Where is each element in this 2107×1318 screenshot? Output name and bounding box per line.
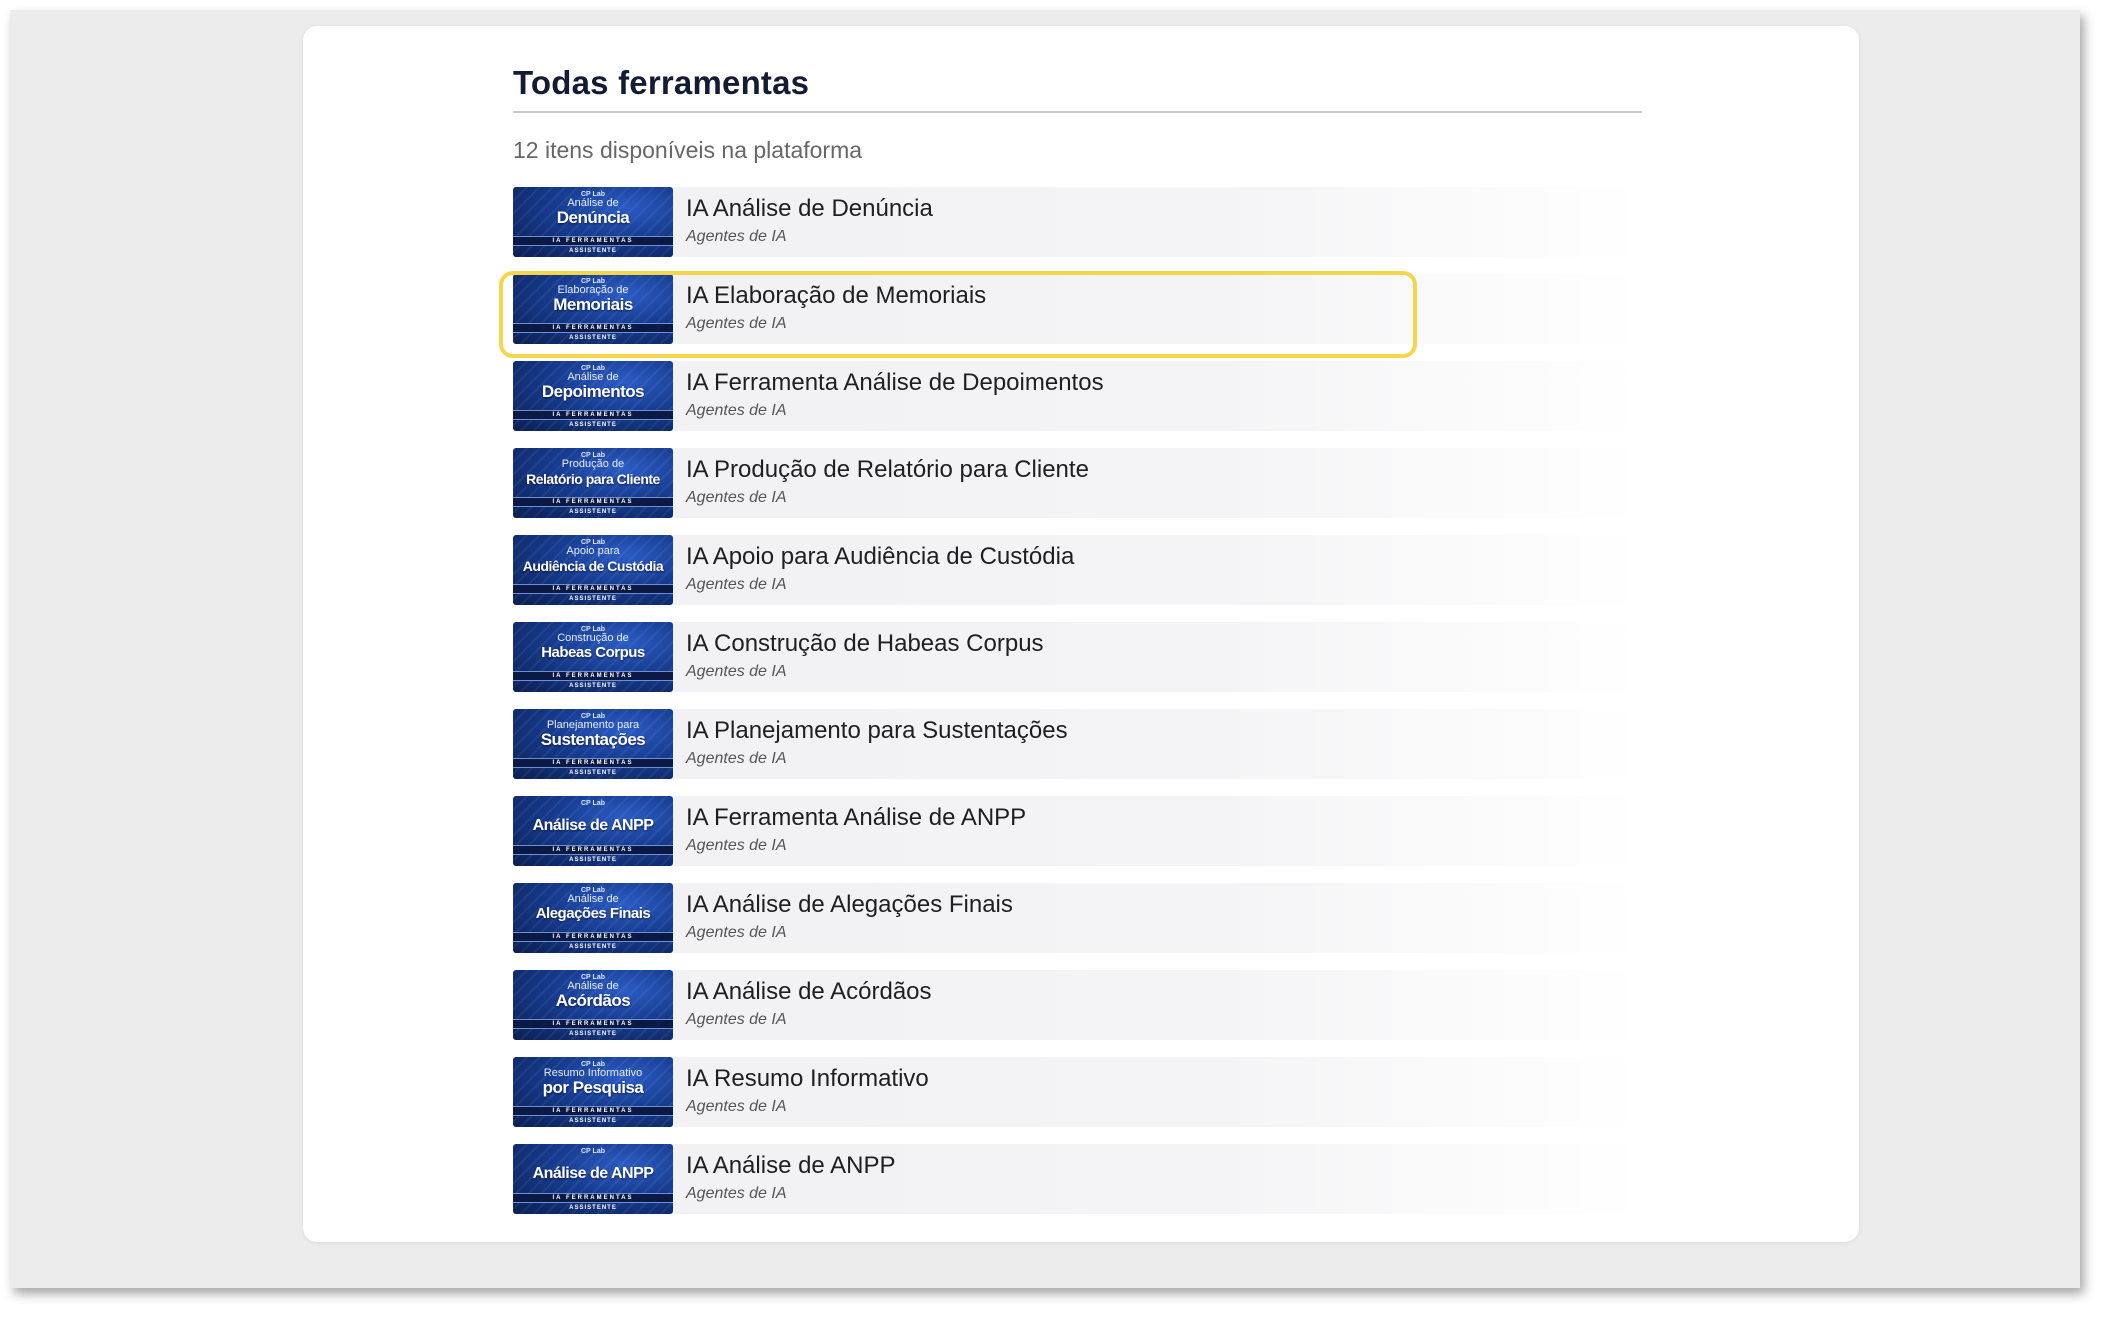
list-item[interactable]: CP Lab Análise de ANPP IA FERRAMENTAS AS… [513, 1144, 1642, 1214]
tool-name[interactable]: IA Resumo Informativo [686, 1065, 929, 1093]
tool-category: Agentes de IA [686, 837, 787, 854]
thumbnail-top-text: Produção de [561, 458, 625, 470]
thumbnail-footer: ASSISTENTE [569, 683, 617, 689]
tool-name[interactable]: IA Apoio para Audiência de Custódia [686, 543, 1074, 571]
tool-category: Agentes de IA [686, 750, 787, 767]
thumbnail-top-text: Construção de [557, 632, 629, 644]
tool-name[interactable]: IA Análise de Alegações Finais [686, 891, 1013, 919]
thumbnail-footer: ASSISTENTE [569, 248, 617, 254]
thumbnail-footer: ASSISTENTE [569, 335, 617, 341]
tool-category: Agentes de IA [686, 1185, 787, 1202]
thumbnail-footer: ASSISTENTE [569, 857, 617, 863]
tool-name[interactable]: IA Análise de ANPP [686, 1152, 895, 1180]
thumbnail-main-text: por Pesquisa [542, 1078, 644, 1097]
tool-thumbnail: CP Lab Construção de Habeas Corpus IA FE… [513, 622, 673, 692]
tool-category: Agentes de IA [686, 315, 787, 332]
list-item[interactable]: CP Lab Análise de Denúncia IA FERRAMENTA… [513, 187, 1642, 257]
tool-category: Agentes de IA [686, 1011, 787, 1028]
tools-list: CP Lab Análise de Denúncia IA FERRAMENTA… [513, 187, 1642, 1231]
thumbnail-main-text: Depoimentos [541, 382, 645, 401]
tools-card: Todas ferramentas 12 itens disponíveis n… [303, 26, 1859, 1242]
tool-thumbnail: CP Lab Análise de ANPP IA FERRAMENTAS AS… [513, 1144, 673, 1214]
thumbnail-main-text: Memoriais [553, 295, 633, 314]
list-item[interactable]: CP Lab Planejamento para Sustentações IA… [513, 709, 1642, 779]
list-item[interactable]: CP Lab Elaboração de Memoriais IA FERRAM… [513, 274, 1642, 344]
thumbnail-main-text: Audiência de Custódia [522, 558, 664, 574]
tool-thumbnail: CP Lab Análise de ANPP IA FERRAMENTAS AS… [513, 796, 673, 866]
tool-name[interactable]: IA Análise de Denúncia [686, 195, 933, 223]
thumbnail-top-text: Análise de [567, 893, 619, 905]
list-item[interactable]: CP Lab Análise de Acórdãos IA FERRAMENTA… [513, 970, 1642, 1040]
list-item[interactable]: CP Lab Análise de Depoimentos IA FERRAME… [513, 361, 1642, 431]
thumbnail-band: IA FERRAMENTAS [513, 584, 673, 594]
items-count-text: 12 itens disponíveis na plataforma [513, 137, 863, 163]
thumbnail-footer: ASSISTENTE [569, 1118, 617, 1124]
thumbnail-band: IA FERRAMENTAS [513, 497, 673, 507]
thumbnail-band: IA FERRAMENTAS [513, 1193, 673, 1203]
thumbnail-top-text: Apoio para [566, 545, 620, 557]
thumbnail-band: IA FERRAMENTAS [513, 1019, 673, 1029]
tool-name[interactable]: IA Ferramenta Análise de Depoimentos [686, 369, 1104, 397]
thumbnail-band: IA FERRAMENTAS [513, 410, 673, 420]
title-divider [513, 111, 1642, 113]
screenshot-frame: Todas ferramentas 12 itens disponíveis n… [10, 10, 2080, 1288]
thumbnail-band: IA FERRAMENTAS [513, 758, 673, 768]
thumbnail-main-text: Habeas Corpus [541, 644, 645, 661]
thumbnail-main-text: Denúncia [556, 208, 630, 227]
tool-thumbnail: CP Lab Planejamento para Sustentações IA… [513, 709, 673, 779]
thumbnail-footer: ASSISTENTE [569, 944, 617, 950]
thumbnail-band: IA FERRAMENTAS [513, 932, 673, 942]
tool-category: Agentes de IA [686, 663, 787, 680]
tool-category: Agentes de IA [686, 576, 787, 593]
thumbnail-brand: CP Lab [581, 800, 605, 807]
thumbnail-main-text: Alegações Finais [535, 905, 651, 922]
list-item[interactable]: CP Lab Resumo Informativo por Pesquisa I… [513, 1057, 1642, 1127]
thumbnail-band: IA FERRAMENTAS [513, 1106, 673, 1116]
tool-name[interactable]: IA Construção de Habeas Corpus [686, 630, 1044, 658]
tool-thumbnail: CP Lab Produção de Relatório para Client… [513, 448, 673, 518]
tool-category: Agentes de IA [686, 228, 787, 245]
tool-name[interactable]: IA Ferramenta Análise de ANPP [686, 804, 1026, 832]
tool-category: Agentes de IA [686, 489, 787, 506]
tool-name[interactable]: IA Produção de Relatório para Cliente [686, 456, 1089, 484]
thumbnail-band: IA FERRAMENTAS [513, 845, 673, 855]
tool-thumbnail: CP Lab Análise de Denúncia IA FERRAMENTA… [513, 187, 673, 257]
thumbnail-footer: ASSISTENTE [569, 509, 617, 515]
thumbnail-main-text: Relatório para Cliente [526, 471, 660, 487]
thumbnail-main-text: Acórdãos [555, 991, 631, 1010]
tool-category: Agentes de IA [686, 1098, 787, 1115]
tool-thumbnail: CP Lab Análise de Alegações Finais IA FE… [513, 883, 673, 953]
thumbnail-brand: CP Lab [581, 1148, 605, 1155]
thumbnail-footer: ASSISTENTE [569, 596, 617, 602]
thumbnail-main-text: Sustentações [540, 730, 646, 749]
tool-name[interactable]: IA Elaboração de Memoriais [686, 282, 986, 310]
tool-thumbnail: CP Lab Resumo Informativo por Pesquisa I… [513, 1057, 673, 1127]
thumbnail-main-text: Análise de ANPP [532, 817, 654, 834]
tool-name[interactable]: IA Análise de Acórdãos [686, 978, 932, 1006]
tool-thumbnail: CP Lab Análise de Acórdãos IA FERRAMENTA… [513, 970, 673, 1040]
tool-thumbnail: CP Lab Apoio para Audiência de Custódia … [513, 535, 673, 605]
tool-thumbnail: CP Lab Análise de Depoimentos IA FERRAME… [513, 361, 673, 431]
thumbnail-main-text: Análise de ANPP [532, 1165, 654, 1182]
thumbnail-footer: ASSISTENTE [569, 422, 617, 428]
tool-category: Agentes de IA [686, 924, 787, 941]
page-title: Todas ferramentas [513, 64, 810, 101]
list-item[interactable]: CP Lab Análise de ANPP IA FERRAMENTAS AS… [513, 796, 1642, 866]
tool-thumbnail: CP Lab Elaboração de Memoriais IA FERRAM… [513, 274, 673, 344]
thumbnail-footer: ASSISTENTE [569, 770, 617, 776]
thumbnail-band: IA FERRAMENTAS [513, 323, 673, 333]
thumbnail-band: IA FERRAMENTAS [513, 236, 673, 246]
list-item[interactable]: CP Lab Apoio para Audiência de Custódia … [513, 535, 1642, 605]
tool-name[interactable]: IA Planejamento para Sustentações [686, 717, 1068, 745]
list-item[interactable]: CP Lab Construção de Habeas Corpus IA FE… [513, 622, 1642, 692]
thumbnail-footer: ASSISTENTE [569, 1205, 617, 1211]
list-item[interactable]: CP Lab Produção de Relatório para Client… [513, 448, 1642, 518]
tool-category: Agentes de IA [686, 402, 787, 419]
thumbnail-footer: ASSISTENTE [569, 1031, 617, 1037]
list-item[interactable]: CP Lab Análise de Alegações Finais IA FE… [513, 883, 1642, 953]
thumbnail-band: IA FERRAMENTAS [513, 671, 673, 681]
